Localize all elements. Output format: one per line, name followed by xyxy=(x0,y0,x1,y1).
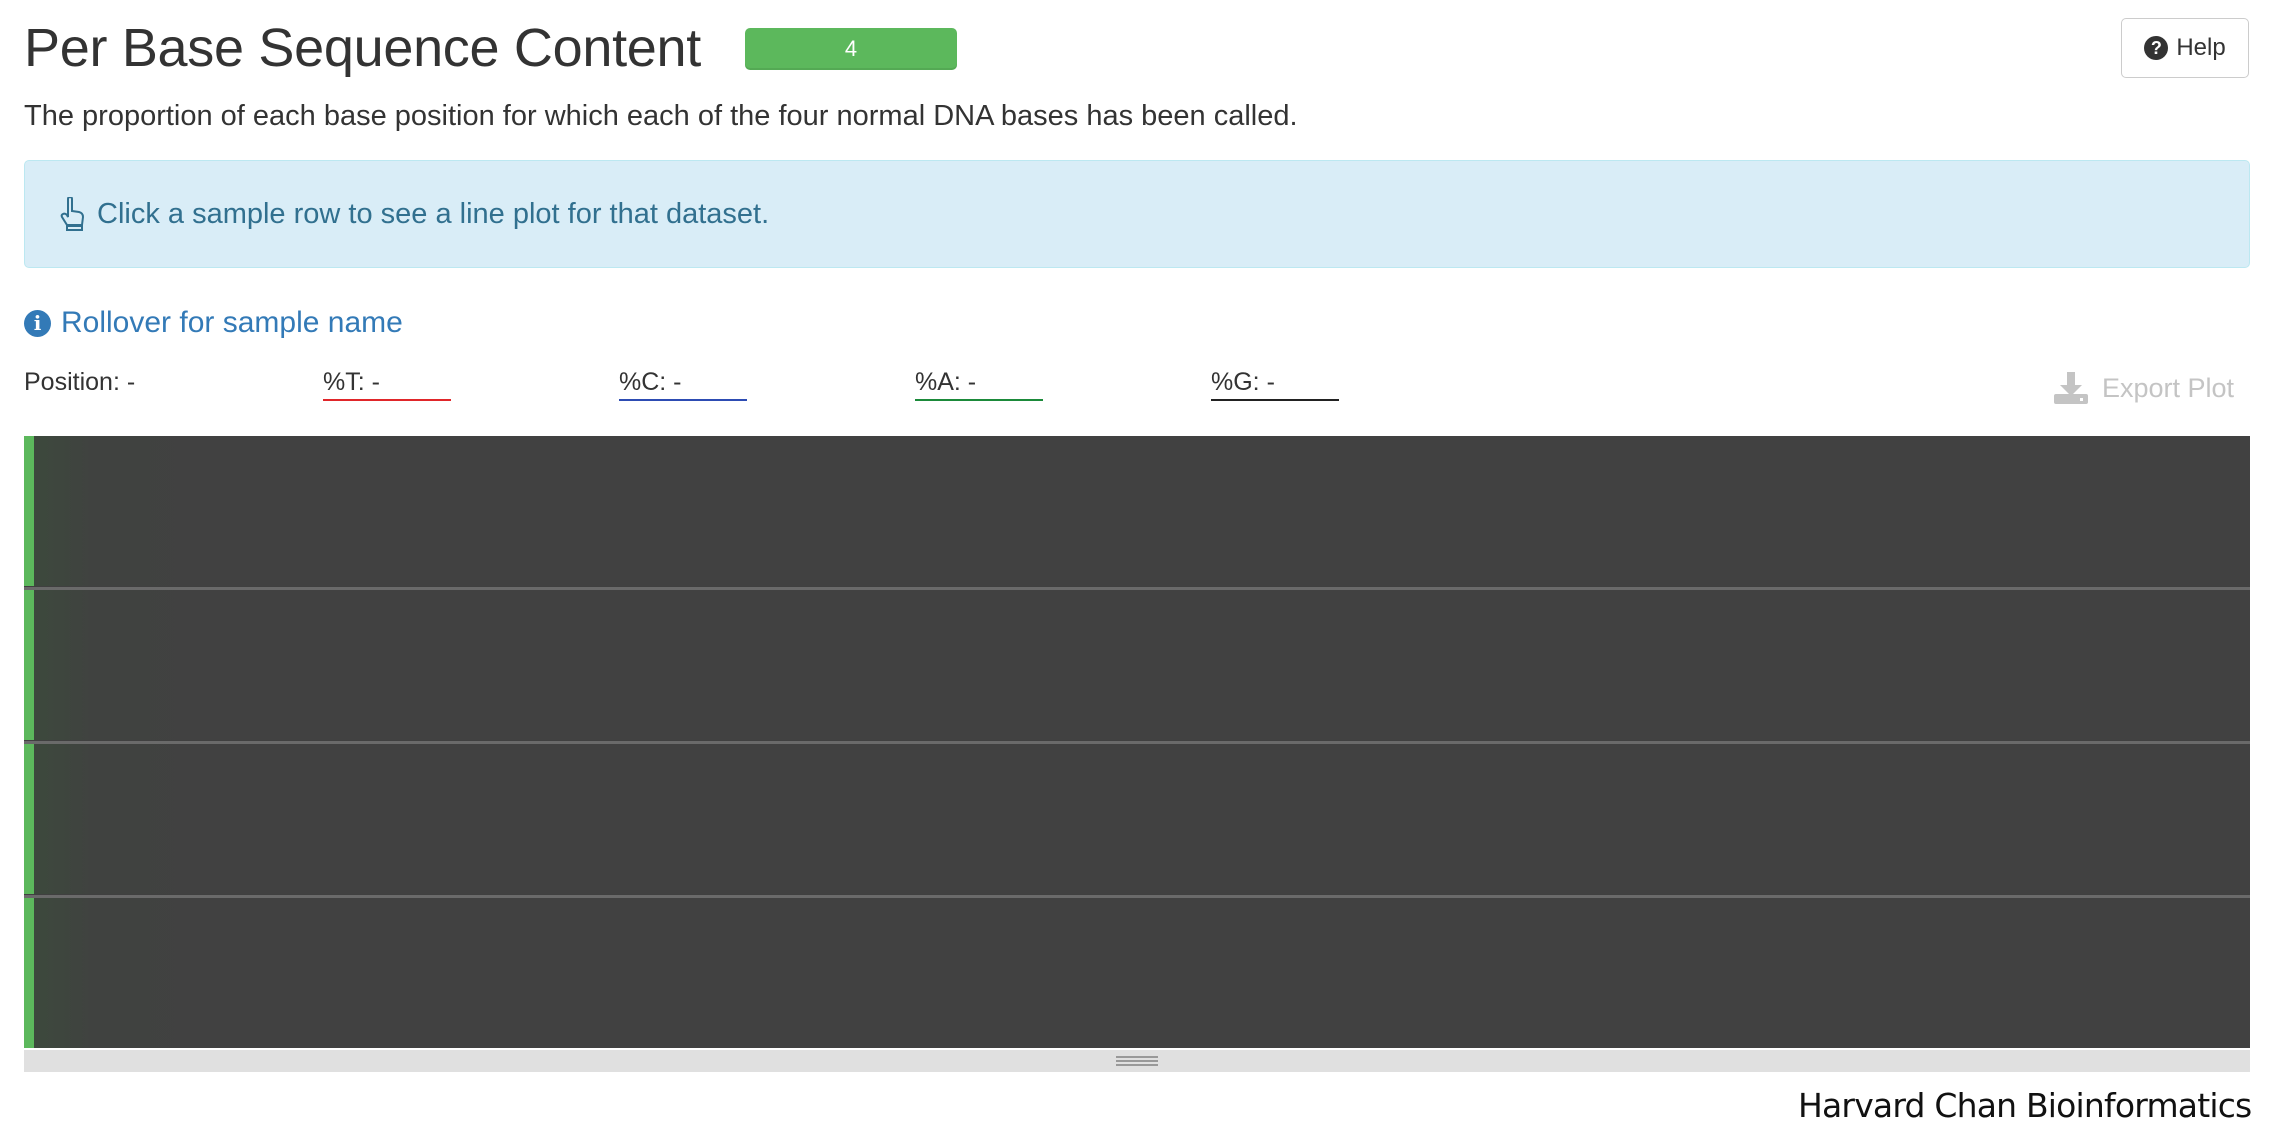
row-status-marker xyxy=(24,898,34,1048)
rollover-label: Rollover for sample name xyxy=(61,306,403,339)
download-icon xyxy=(2054,372,2088,404)
percent-t-readout: %T: - xyxy=(323,368,451,401)
plot-resize-handle[interactable] xyxy=(24,1050,2250,1072)
question-circle-icon: ? xyxy=(2144,36,2169,60)
help-button-label: Help xyxy=(2176,34,2226,61)
section-description: The proportion of each base position for… xyxy=(24,100,1298,132)
grip-icon xyxy=(1116,1056,1158,1066)
export-plot-button[interactable]: Export Plot xyxy=(2054,372,2234,404)
info-alert-text: Click a sample row to see a line plot fo… xyxy=(97,197,770,230)
row-status-marker xyxy=(24,590,34,740)
heatmap-row[interactable] xyxy=(24,436,2250,586)
heatmap-row[interactable] xyxy=(24,744,2250,894)
row-status-marker xyxy=(24,436,34,586)
hand-pointer-icon xyxy=(60,197,85,231)
percent-g-readout: %G: - xyxy=(1211,368,1339,401)
info-circle-icon: i xyxy=(24,309,51,337)
export-plot-label: Export Plot xyxy=(2102,372,2235,403)
row-status-marker xyxy=(24,744,34,894)
status-progress-bar: 4 xyxy=(745,28,957,70)
heatmap-row[interactable] xyxy=(24,898,2250,1048)
rollover-hint: i Rollover for sample name xyxy=(24,306,403,340)
percent-a-readout: %A: - xyxy=(915,368,1043,401)
page: Per Base Sequence Content 4 ? Help The p… xyxy=(0,0,2272,1128)
credit-text: Harvard Chan Bioinformatics Core xyxy=(1798,1086,2252,1128)
percent-c-readout: %C: - xyxy=(619,368,747,401)
page-title: Per Base Sequence Content xyxy=(24,18,701,78)
heatmap-row[interactable] xyxy=(24,590,2250,740)
position-readout: Position: - xyxy=(24,368,136,396)
sequence-content-heatmap xyxy=(24,436,2250,1048)
help-button[interactable]: ? Help xyxy=(2121,18,2249,78)
info-alert: Click a sample row to see a line plot fo… xyxy=(24,160,2250,268)
